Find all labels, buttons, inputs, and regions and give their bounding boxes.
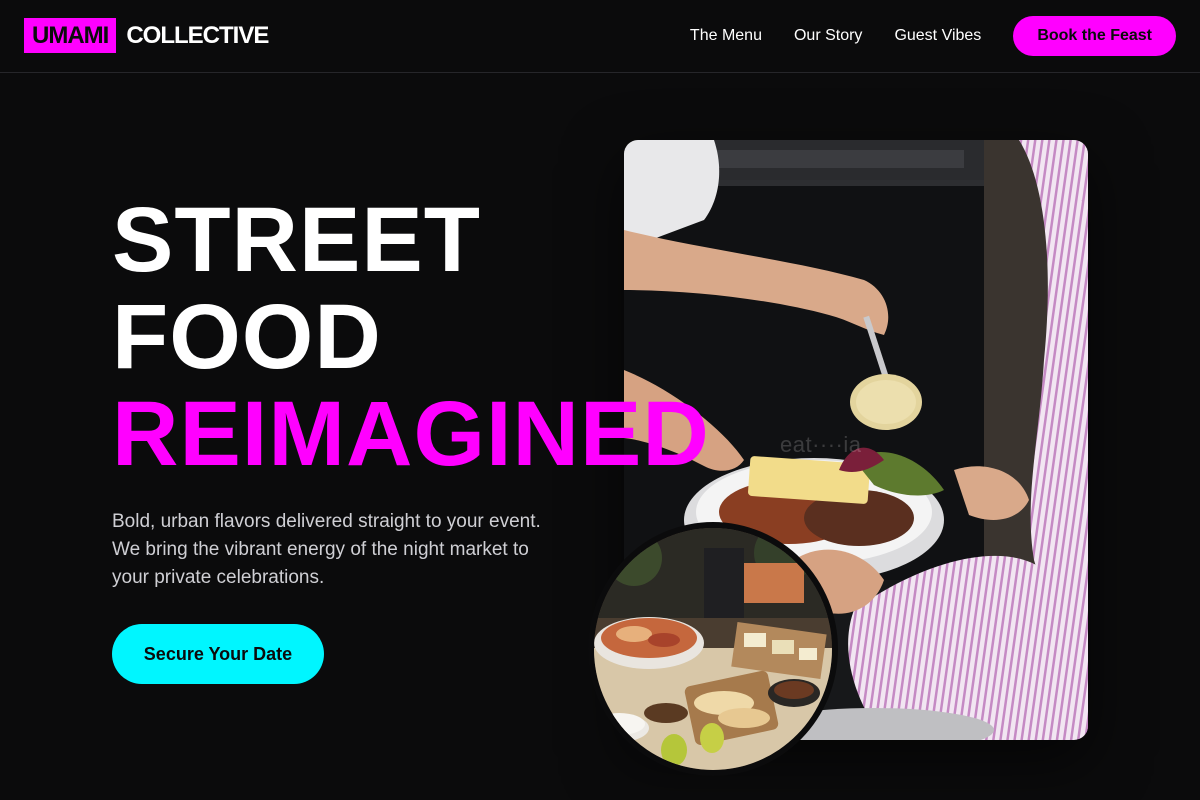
hero-title: STREET FOOD REIMAGINED <box>112 192 710 483</box>
hero-title-line-2: FOOD <box>112 286 382 388</box>
logo-wordmark: COLLECTIVE <box>126 21 269 49</box>
hero-secondary-photo <box>588 522 838 776</box>
site-header: UMAMI COLLECTIVE The Menu Our Story Gues… <box>0 0 1200 73</box>
nav-link-menu[interactable]: The Menu <box>690 27 762 45</box>
hero-title-line-1: STREET <box>112 189 481 291</box>
book-feast-button[interactable]: Book the Feast <box>1013 16 1176 56</box>
logo-highlight: UMAMI <box>24 18 117 53</box>
logo[interactable]: UMAMI COLLECTIVE <box>24 18 269 53</box>
hero-subtitle: Bold, urban flavors delivered straight t… <box>112 511 541 588</box>
nav-link-story[interactable]: Our Story <box>794 27 862 45</box>
secure-date-button[interactable]: Secure Your Date <box>112 624 324 684</box>
main-nav: The Menu Our Story Guest Vibes Book the … <box>690 0 1176 72</box>
hero-title-line-3: REIMAGINED <box>112 383 710 485</box>
nav-link-guest-vibes[interactable]: Guest Vibes <box>894 27 981 45</box>
buffet-spread-illustration <box>594 528 832 770</box>
